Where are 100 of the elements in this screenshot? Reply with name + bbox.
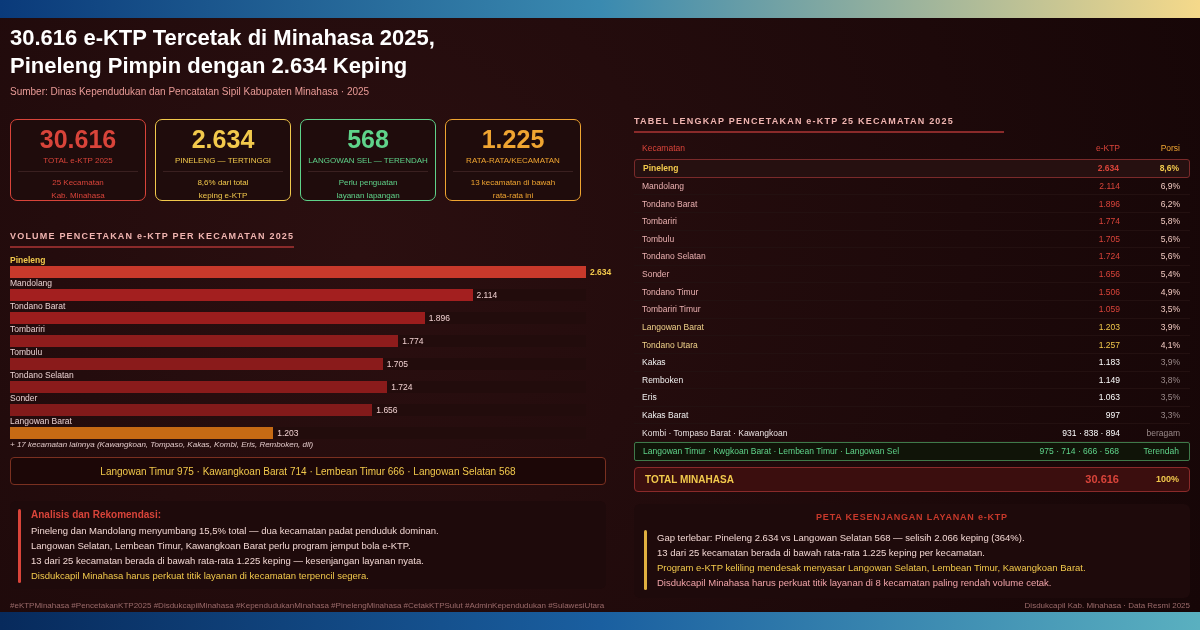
hashtags-text: #eKTPMinahasa #PencetakanKTP2025 #DisdukcapilMinahasa #KependudukanMinahasa #PinelengMinahasa #CetakKTPSulut #AdminKependudukan #SulawesiUtara	[10, 600, 605, 610]
stat-note: 13 kecamatan di bawah rata-rata ini	[470, 177, 556, 202]
stat-note: 8,6% dari total keping e-KTP	[197, 177, 249, 202]
stat-note: 25 Kecamatan Kab. Minahasa	[51, 177, 105, 202]
bar-value: 1.896	[428, 312, 450, 323]
analysis-line: 13 dari 25 kecamatan berada di bawah rata-rata 1.225 keping — kesenjangan layanan nyata.	[31, 554, 425, 568]
stat-value: 568	[347, 124, 389, 154]
total-label: TOTAL MINAHASA	[645, 473, 735, 485]
table-cell-text: 5,4%	[1159, 269, 1180, 280]
total-value: 30.616	[1084, 473, 1119, 486]
column-header: Kecamatan	[642, 143, 686, 153]
table-cell-text: 975 · 714 · 666 · 568	[1038, 446, 1119, 457]
gap-line: Gap terlebar: Pineleng 2.634 vs Langowan Selatan 568 — selisih 2.066 keping (364%).	[657, 531, 1026, 546]
table-cell-text: 2.114	[1098, 180, 1120, 191]
table-cell-text: 1.149	[1097, 374, 1120, 385]
table-cell-text: 3,9%	[1159, 357, 1180, 368]
bar-value: 1.705	[386, 358, 408, 369]
table-cell-text: 3,5%	[1159, 392, 1180, 403]
table-cell-text: Sonder	[642, 269, 671, 280]
table-cell-text: 2.634	[1096, 163, 1119, 174]
stat-label: TOTAL e-KTP 2025	[18, 156, 138, 172]
bar-label: Tombulu	[10, 347, 44, 357]
table-cell-text: Kakas	[642, 357, 667, 368]
table-cell-text: 3,5%	[1159, 304, 1180, 315]
table-cell-text: 5,6%	[1159, 233, 1180, 244]
stat-value: 1.225	[481, 124, 545, 154]
table-cell-text: 1.059	[1097, 304, 1120, 315]
stat-value: 2.634	[191, 124, 255, 154]
gap-title: PETA KESENJANGAN LAYANAN e-KTP	[815, 512, 1009, 523]
table-cell-text: 3,3%	[1159, 410, 1180, 421]
table-cell-text: 1.705	[1097, 233, 1120, 244]
bar-label: Pineleng	[10, 255, 47, 265]
table-cell-text: Tondano Selatan	[642, 251, 707, 262]
table-cell-text: 1.656	[1097, 269, 1120, 280]
bar-label: Tombariri	[10, 324, 46, 334]
table-cell-text: 931 · 838 · 894	[1061, 427, 1120, 438]
analysis-title: Analisis dan Rekomendasi:	[31, 509, 163, 520]
table-cell-text: 4,1%	[1159, 339, 1180, 350]
lowest-note: Langowan Timur 975 · Kawangkoan Barat 714 · Lembean Timur 666 · Langowan Selatan 568	[10, 457, 606, 485]
table-cell-text: 1.774	[1097, 216, 1120, 227]
table-cell-text: 3,8%	[1159, 374, 1180, 385]
stat-note: Perlu penguatan layanan lapangan	[336, 177, 400, 202]
table-cell-text: Pineleng	[643, 163, 680, 174]
source-text: Sumber: Dinas Kependudukan dan Pencatatan Sipil Kabupaten Minahasa · 2025	[10, 86, 371, 97]
table-cell-text: Kombi · Tompaso Barat · Kawangkoan	[642, 427, 789, 438]
table-cell-text: 1.063	[1097, 392, 1120, 403]
table-cell-text: Tondano Timur	[642, 286, 700, 297]
table-cell-text: 5,8%	[1159, 216, 1180, 227]
table-cell-text: 1.896	[1097, 198, 1120, 209]
table-cell-text: 997	[1104, 410, 1120, 421]
total-share: 100%	[1154, 474, 1179, 485]
gap-line: Disdukcapil Minahasa harus perkuat titik layanan di 8 kecamatan paling rendah volume cetak.	[657, 576, 1053, 591]
table-cell-text: 1.183	[1097, 357, 1120, 368]
bar-value: 1.724	[391, 381, 413, 392]
more-note: + 17 kecamatan lainnya (Kawangkoan, Tompaso, Kakas, Kombi, Eris, Remboken, dll)	[10, 440, 315, 449]
gap-line: Program e-KTP keliling mendesak menyasar Langowan Selatan, Lembean Timur, Kawangkoan Barat.	[657, 561, 1086, 576]
column-header: Porsi	[1159, 143, 1180, 153]
stat-value: 30.616	[39, 124, 117, 154]
page-title: 30.616 e-KTP Tercetak di Minahasa 2025, Pineleng Pimpin dengan 2.634 Keping	[10, 24, 436, 80]
bar-value: 1.774	[402, 335, 424, 346]
table-cell-text: Langowan Barat	[642, 321, 705, 332]
table-cell-text: 1.203	[1097, 321, 1120, 332]
table-cell-text: beragam	[1145, 427, 1180, 438]
gap-line: 13 dari 25 kecamatan berada di bawah rata-rata 1.225 keping per kecamatan.	[657, 546, 986, 561]
table-cell-text: Tombariri Timur	[642, 304, 702, 315]
table-cell-text: 8,6%	[1158, 163, 1179, 174]
column-header: e-KTP	[1094, 143, 1120, 153]
table-cell-text: Kakas Barat	[642, 410, 690, 421]
analysis-line: Langowan Selatan, Lembean Timur, Kawangkoan Barat perlu program jemput bola e-KTP.	[31, 539, 412, 553]
table-cell-text: Tondano Barat	[642, 198, 699, 209]
table-cell-text: 6,9%	[1159, 180, 1180, 191]
bar-value: 2.634	[590, 266, 612, 277]
table-cell-text: 1.724	[1097, 251, 1120, 262]
table-cell-text: Remboken	[642, 374, 685, 385]
bar-value: 1.203	[277, 427, 299, 438]
table-cell-text: Tombariri	[642, 216, 678, 227]
stat-label: RATA-RATA/KECAMATAN	[453, 156, 573, 172]
bar-label: Mandolang	[10, 278, 54, 288]
table-cell-text: 1.257	[1097, 339, 1120, 350]
table-cell-text: 3,9%	[1159, 321, 1180, 332]
bar-label: Sonder	[10, 393, 39, 403]
table-cell-text: Terendah	[1142, 446, 1179, 457]
table-cell-text: Mandolang	[642, 180, 686, 191]
table-cell-text: 4,9%	[1159, 286, 1180, 297]
credit-text: Disdukcapil Kab. Minahasa · Data Resmi 2025	[1024, 600, 1190, 610]
table-cell-text: Eris	[642, 392, 658, 403]
stat-label: PINELENG — TERTINGGI	[163, 156, 283, 172]
table-cell-text: Tombulu	[642, 233, 676, 244]
chart-heading: VOLUME PENCETAKAN e-KTP PER KECAMATAN 2025	[10, 231, 295, 248]
table-heading: TABEL LENGKAP PENCETAKAN e-KTP 25 KECAMATAN 2025	[634, 116, 1004, 133]
bar-value: 1.656	[376, 404, 398, 415]
table-cell-text: Langowan Timur · Kwgkoan Barat · Lembean Timur · Langowan Sel	[643, 446, 901, 457]
bar-value: 2.114	[476, 289, 498, 300]
table-cell-text: 1.506	[1097, 286, 1120, 297]
bar-label: Tondano Barat	[10, 301, 67, 311]
table-cell-text: 6,2%	[1159, 198, 1180, 209]
analysis-line: Disdukcapil Minahasa harus perkuat titik layanan di kecamatan terpencil segera.	[31, 569, 370, 583]
table-cell-text: 5,6%	[1159, 251, 1180, 262]
analysis-line: Pineleng dan Mandolang menyumbang 15,5% total — dua kecamatan padat penduduk dominan.	[31, 524, 439, 538]
table-cell-text: Tondano Utara	[642, 339, 699, 350]
